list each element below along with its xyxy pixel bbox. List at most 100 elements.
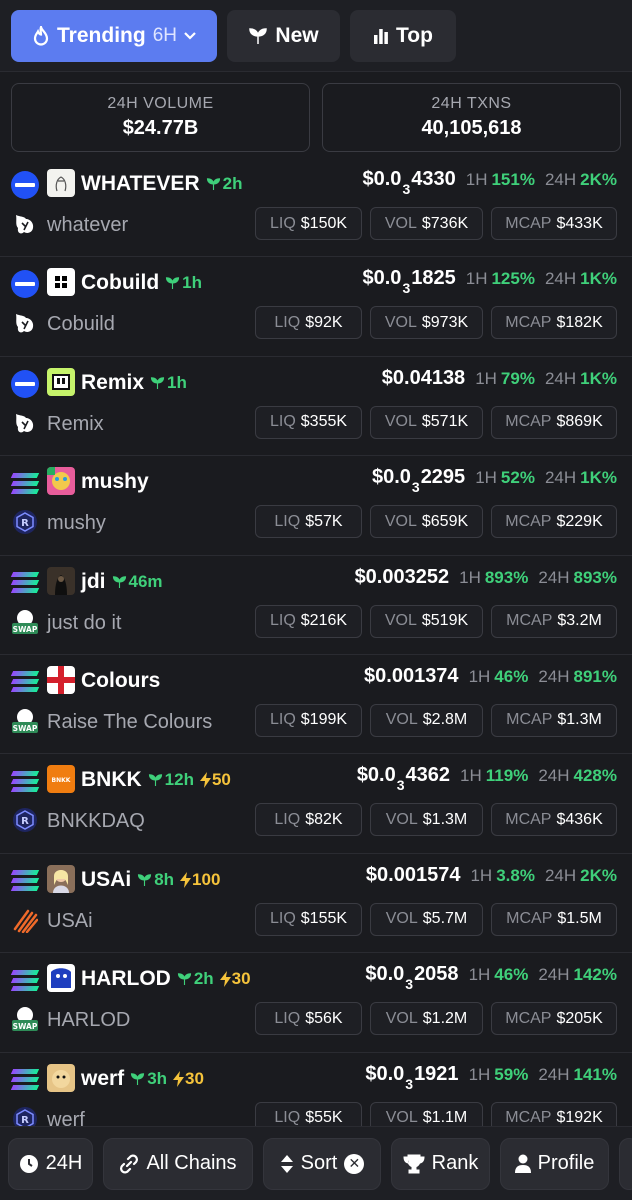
token-price: $0.031921 [365,1062,459,1092]
change-24h: 24H 2K% [544,865,617,885]
token-avatar [47,566,75,595]
tab-trending[interactable]: Trending 6H [11,9,217,62]
token-avatar [47,864,75,893]
token-metrics: LIQ $199K VOL $2.8M MCAP $1.3M [255,703,617,737]
token-row[interactable]: jdi 46m SWAP just do it $0.003252 1H 893% 24H 89… [0,556,632,655]
token-price: $0.04138 [381,366,466,389]
liquidity-pill: LIQ $92K [255,306,362,340]
clock-icon [19,1154,38,1173]
token-age-badge: 8h [137,870,174,890]
volume-label: 24H VOLUME [107,95,214,112]
tab-trending-window: 6H [152,24,177,46]
change-1h: 1H 46% [468,965,529,985]
sprout-icon [150,376,165,389]
volume-pill: VOL $1.2M [370,1002,483,1036]
uniswap-dex-icon [11,309,39,337]
token-name: Cobuild [81,271,160,295]
volume-pill: VOL $571K [370,405,483,439]
solana-chain-icon [10,1066,40,1094]
user-icon [514,1154,531,1173]
token-row[interactable]: mushy Rmushy $0.032295 1H 52% 24H 1K% LIQ $57K VO… [0,456,632,556]
lightning-icon [180,871,192,888]
chain-filter-button[interactable]: All Chains [103,1137,253,1190]
token-price: $0.003252 [354,565,450,588]
market-cap-pill: MCAP $205K [491,1002,617,1036]
change-1h: 1H 59% [468,1064,529,1084]
token-row[interactable]: Remix 1h Remix $0.04138 1H 79% 24H 1K% LIQ $355K V… [0,357,632,457]
market-cap-pill: MCAP $869K [491,405,617,439]
token-full-name: Raise The Colours [47,710,213,733]
market-cap-pill: MCAP $433K [491,207,617,240]
sprout-icon [177,973,191,986]
token-avatar [47,467,75,496]
uniswap-dex-icon [11,409,39,437]
volume-pill: VOL $659K [370,505,483,539]
change-24h: 24H 141% [538,1064,617,1084]
change-1h: 1H 79% [475,368,535,388]
token-name-line: werf 3h 30 [81,1063,204,1095]
token-name-line: BNKK 12h 50 [81,764,231,796]
token-name: jdi [81,569,106,593]
profile-button[interactable]: Profile [500,1137,609,1190]
sort-button[interactable]: Sort ✕ [263,1137,381,1190]
sprout-icon [131,1072,145,1085]
svg-text:BNKK: BNKK [52,777,71,784]
tab-top[interactable]: Top [350,9,456,62]
uniswap-dex-icon [11,210,39,238]
boost-badge: 50 [199,770,231,790]
tab-top-label: Top [396,23,433,47]
price-line: $0.001374 1H 46% 24H 891% [364,665,617,697]
token-metrics: LIQ $216K VOL $519K MCAP $3.2M [255,604,617,638]
clear-sort-icon[interactable]: ✕ [344,1153,365,1174]
token-row[interactable]: Colours SWAP Raise The Colours $0.001374 1H 4… [0,655,632,755]
tab-new[interactable]: New [227,9,340,62]
price-zero-count: 3 [405,976,414,993]
token-metrics: LIQ $56K VOL $1.2M MCAP $205K [255,1002,617,1036]
more-button[interactable] [619,1137,632,1190]
token-name: mushy [81,470,149,494]
token-avatar [47,964,75,993]
trophy-icon [403,1154,425,1173]
sort-icon [280,1154,293,1173]
swap-dex-icon: SWAP [11,707,39,735]
token-row[interactable]: BNKK BNKK 12h 50 R BNKKDAQ $0.034362 1H 119% 24H 4… [0,754,632,854]
token-full-name: mushy [47,512,106,535]
token-row[interactable]: USAi 8h 100 USAi $0.001574 1H 3.8% 24H 2K% LIQ $15… [0,854,632,954]
change-1h: 1H 125% [465,269,535,289]
price-zero-count: 3 [402,280,411,297]
token-row[interactable]: HARLOD 2h 30 SWAP HARLOD $0.032058 1H 46% 24H 142… [0,953,632,1053]
change-1h: 1H 3.8% [470,865,535,885]
bottom-toolbar: 24H All Chains Sort ✕ Rank Profile [0,1126,632,1200]
token-avatar [47,268,75,297]
time-filter-label: 24H [45,1152,83,1174]
chain-filter-label: All Chains [146,1152,237,1174]
time-filter-button[interactable]: 24H [8,1137,93,1190]
token-name-line: Colours [81,665,160,697]
lightning-icon [173,1070,185,1087]
volume-pill: VOL $736K [370,207,483,240]
token-avatar [47,1063,75,1092]
svg-text:SWAP: SWAP [13,1022,38,1031]
solana-chain-icon [10,867,40,895]
token-age-badge: 2h [177,969,214,989]
token-row[interactable]: WHATEVER 2h whatever $0.034330 1H 151% 24H 2K% L… [0,158,632,258]
chevron-down-icon [184,31,196,40]
sprout-icon [206,178,220,190]
token-full-name: Remix [47,412,104,435]
token-row[interactable]: Cobuild 1h Cobuild $0.031825 1H 125% 24H 1K% LIQ… [0,257,632,357]
price-line: $0.032295 1H 52% 24H 1K% [372,466,617,498]
rank-button[interactable]: Rank [391,1137,490,1190]
price-line: $0.034330 1H 151% 24H 2K% [363,168,618,200]
swap-dex-icon: SWAP [11,1005,39,1033]
token-age-badge: 2h [206,174,242,194]
liquidity-pill: LIQ $150K [255,207,362,240]
solana-chain-icon [10,966,40,994]
change-24h: 24H 142% [538,965,617,985]
change-24h: 24H 1K% [544,269,617,289]
solana-chain-icon [10,767,40,795]
market-cap-pill: MCAP $229K [491,505,617,539]
token-name: USAi [81,867,132,891]
token-name-line: Remix 1h [81,367,187,399]
volume-pill: VOL $1.3M [370,803,483,837]
sprout-icon [249,27,268,44]
